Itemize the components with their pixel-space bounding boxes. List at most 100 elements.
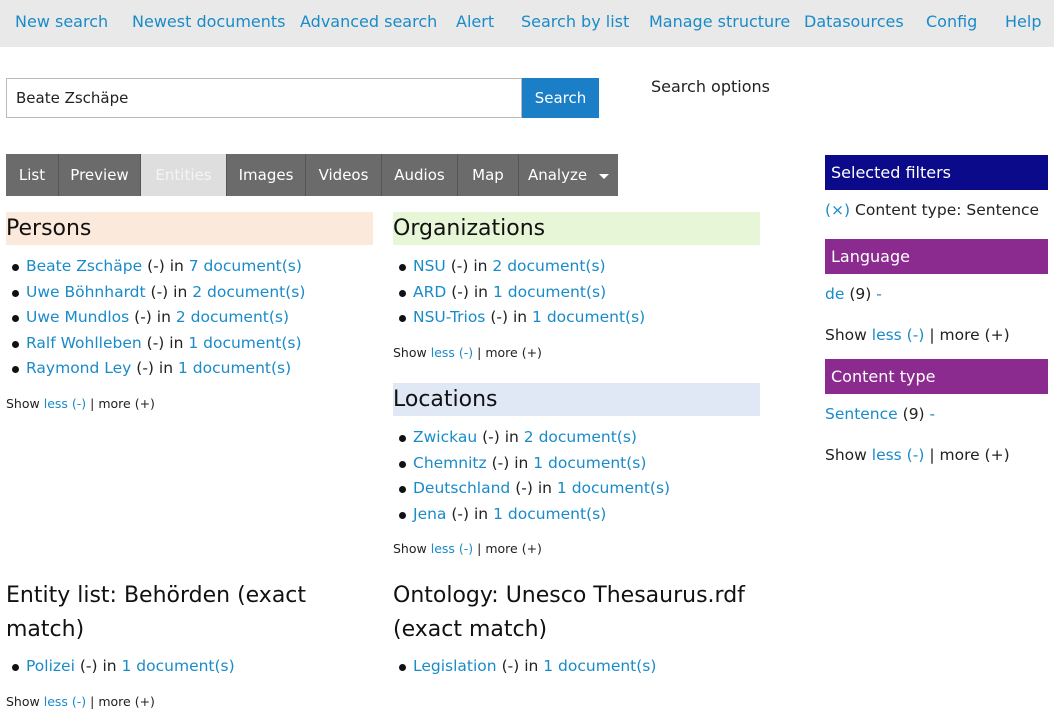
search-options-link[interactable]: Search options: [651, 77, 770, 96]
bullet-icon: [12, 340, 19, 348]
persons-facet: Persons Beate Zschäpe (-) in 7 document(…: [6, 212, 373, 411]
tab-entities[interactable]: Entities: [141, 154, 227, 196]
tab-map[interactable]: Map: [458, 154, 519, 196]
tab-preview[interactable]: Preview: [59, 154, 141, 196]
show-more-link[interactable]: more (+): [939, 446, 1009, 464]
nav-manage-structure[interactable]: Manage structure: [649, 12, 790, 31]
entity-link[interactable]: Beate Zschäpe: [26, 257, 142, 275]
entity-link[interactable]: NSU-Trios: [413, 308, 485, 326]
show-more-link[interactable]: more (+): [485, 541, 542, 556]
list-item: Chemnitz (-) in 1 document(s): [393, 451, 760, 477]
nav-help[interactable]: Help: [1005, 12, 1041, 31]
exclude-link[interactable]: (-): [151, 283, 169, 301]
content-type-facet-row: Sentence (9) -: [825, 405, 935, 423]
language-exclude-link[interactable]: -: [876, 285, 882, 303]
documents-link[interactable]: 1 document(s): [178, 359, 291, 377]
entity-link[interactable]: Raymond Ley: [26, 359, 131, 377]
documents-link[interactable]: 2 document(s): [492, 257, 605, 275]
search-input[interactable]: [6, 78, 522, 118]
nav-alert[interactable]: Alert: [456, 12, 494, 31]
entity-link[interactable]: Zwickau: [413, 428, 477, 446]
exclude-link[interactable]: (-): [451, 505, 469, 523]
show-more-less: Show less (-) | more (+): [6, 693, 155, 709]
content-type-value-link[interactable]: Sentence: [825, 405, 898, 423]
list-item: NSU (-) in 2 document(s): [393, 254, 760, 280]
exclude-link[interactable]: (-): [490, 308, 508, 326]
exclude-link[interactable]: (-): [451, 283, 469, 301]
show-more-link[interactable]: more (+): [98, 396, 155, 411]
nav-search-by-list[interactable]: Search by list: [521, 12, 629, 31]
documents-link[interactable]: 1 document(s): [543, 657, 656, 675]
show-less-link[interactable]: less (-): [431, 541, 473, 556]
nav-datasources[interactable]: Datasources: [804, 12, 904, 31]
exclude-link[interactable]: (-): [134, 308, 152, 326]
tab-images[interactable]: Images: [227, 154, 306, 196]
documents-link[interactable]: 1 document(s): [532, 308, 645, 326]
list-item: NSU-Trios (-) in 1 document(s): [393, 305, 760, 331]
content-type-exclude-link[interactable]: -: [930, 405, 936, 423]
entity-link[interactable]: Ralf Wohlleben: [26, 334, 142, 352]
nav-newest-documents[interactable]: Newest documents: [132, 12, 286, 31]
exclude-link[interactable]: (-): [482, 428, 500, 446]
exclude-link[interactable]: (-): [451, 257, 469, 275]
in-label: in: [524, 657, 539, 675]
content-type-facet-title: Content type: [825, 359, 1048, 394]
show-less-link[interactable]: less (-): [44, 396, 86, 411]
show-more-link[interactable]: more (+): [98, 694, 155, 709]
search-button[interactable]: Search: [522, 78, 599, 118]
locations-title: Locations: [393, 383, 760, 416]
documents-link[interactable]: 2 document(s): [192, 283, 305, 301]
tab-analyze[interactable]: Analyze: [519, 154, 618, 196]
entity-link[interactable]: NSU: [413, 257, 446, 275]
documents-link[interactable]: 2 document(s): [524, 428, 637, 446]
documents-link[interactable]: 1 document(s): [533, 454, 646, 472]
in-label: in: [537, 479, 552, 497]
nav-new-search[interactable]: New search: [15, 12, 108, 31]
exclude-link[interactable]: (-): [515, 479, 533, 497]
show-less-link[interactable]: less (-): [44, 694, 86, 709]
remove-filter-link[interactable]: (×): [825, 201, 850, 219]
tab-list[interactable]: List: [6, 154, 59, 196]
bullet-icon: [12, 289, 19, 297]
show-less-link[interactable]: less (-): [872, 326, 925, 344]
tab-videos[interactable]: Videos: [306, 154, 382, 196]
documents-link[interactable]: 1 document(s): [188, 334, 301, 352]
nav-advanced-search[interactable]: Advanced search: [300, 12, 437, 31]
documents-link[interactable]: 1 document(s): [557, 479, 670, 497]
list-item: Zwickau (-) in 2 document(s): [393, 425, 760, 451]
documents-link[interactable]: 7 document(s): [189, 257, 302, 275]
documents-link[interactable]: 2 document(s): [176, 308, 289, 326]
entity-link[interactable]: Uwe Böhnhardt: [26, 283, 146, 301]
entity-list-facet: Entity list: Behörden (exact match) Poli…: [6, 579, 381, 709]
entity-link[interactable]: ARD: [413, 283, 446, 301]
exclude-link[interactable]: (-): [136, 359, 154, 377]
language-value-link[interactable]: de: [825, 285, 844, 303]
show-less-link[interactable]: less (-): [872, 446, 925, 464]
top-navigation: New search Newest documents Advanced sea…: [0, 0, 1054, 47]
entity-link[interactable]: Uwe Mundlos: [26, 308, 129, 326]
show-less-link[interactable]: less (-): [431, 345, 473, 360]
exclude-link[interactable]: (-): [502, 657, 520, 675]
documents-link[interactable]: 1 document(s): [493, 283, 606, 301]
entity-link[interactable]: Legislation: [413, 657, 497, 675]
exclude-link[interactable]: (-): [492, 454, 510, 472]
show-more-less: Show less (-) | more (+): [393, 541, 542, 556]
language-count: (9): [849, 285, 872, 303]
exclude-link[interactable]: (-): [147, 257, 165, 275]
exclude-link[interactable]: (-): [80, 657, 98, 675]
entity-link[interactable]: Polizei: [26, 657, 75, 675]
show-more-link[interactable]: more (+): [939, 326, 1009, 344]
entity-link[interactable]: Jena: [413, 505, 446, 523]
exclude-link[interactable]: (-): [147, 334, 165, 352]
bullet-icon: [12, 315, 19, 322]
entity-link[interactable]: Chemnitz: [413, 454, 487, 472]
entity-link[interactable]: Deutschland: [413, 479, 510, 497]
in-label: in: [173, 282, 188, 301]
tab-audios[interactable]: Audios: [382, 154, 458, 196]
show-more-link[interactable]: more (+): [485, 345, 542, 360]
nav-config[interactable]: Config: [926, 12, 977, 31]
selected-filter-label: Content type: Sentence: [855, 201, 1040, 219]
documents-link[interactable]: 1 document(s): [493, 505, 606, 523]
documents-link[interactable]: 1 document(s): [122, 657, 235, 675]
list-item: Legislation (-) in 1 document(s): [393, 654, 760, 680]
